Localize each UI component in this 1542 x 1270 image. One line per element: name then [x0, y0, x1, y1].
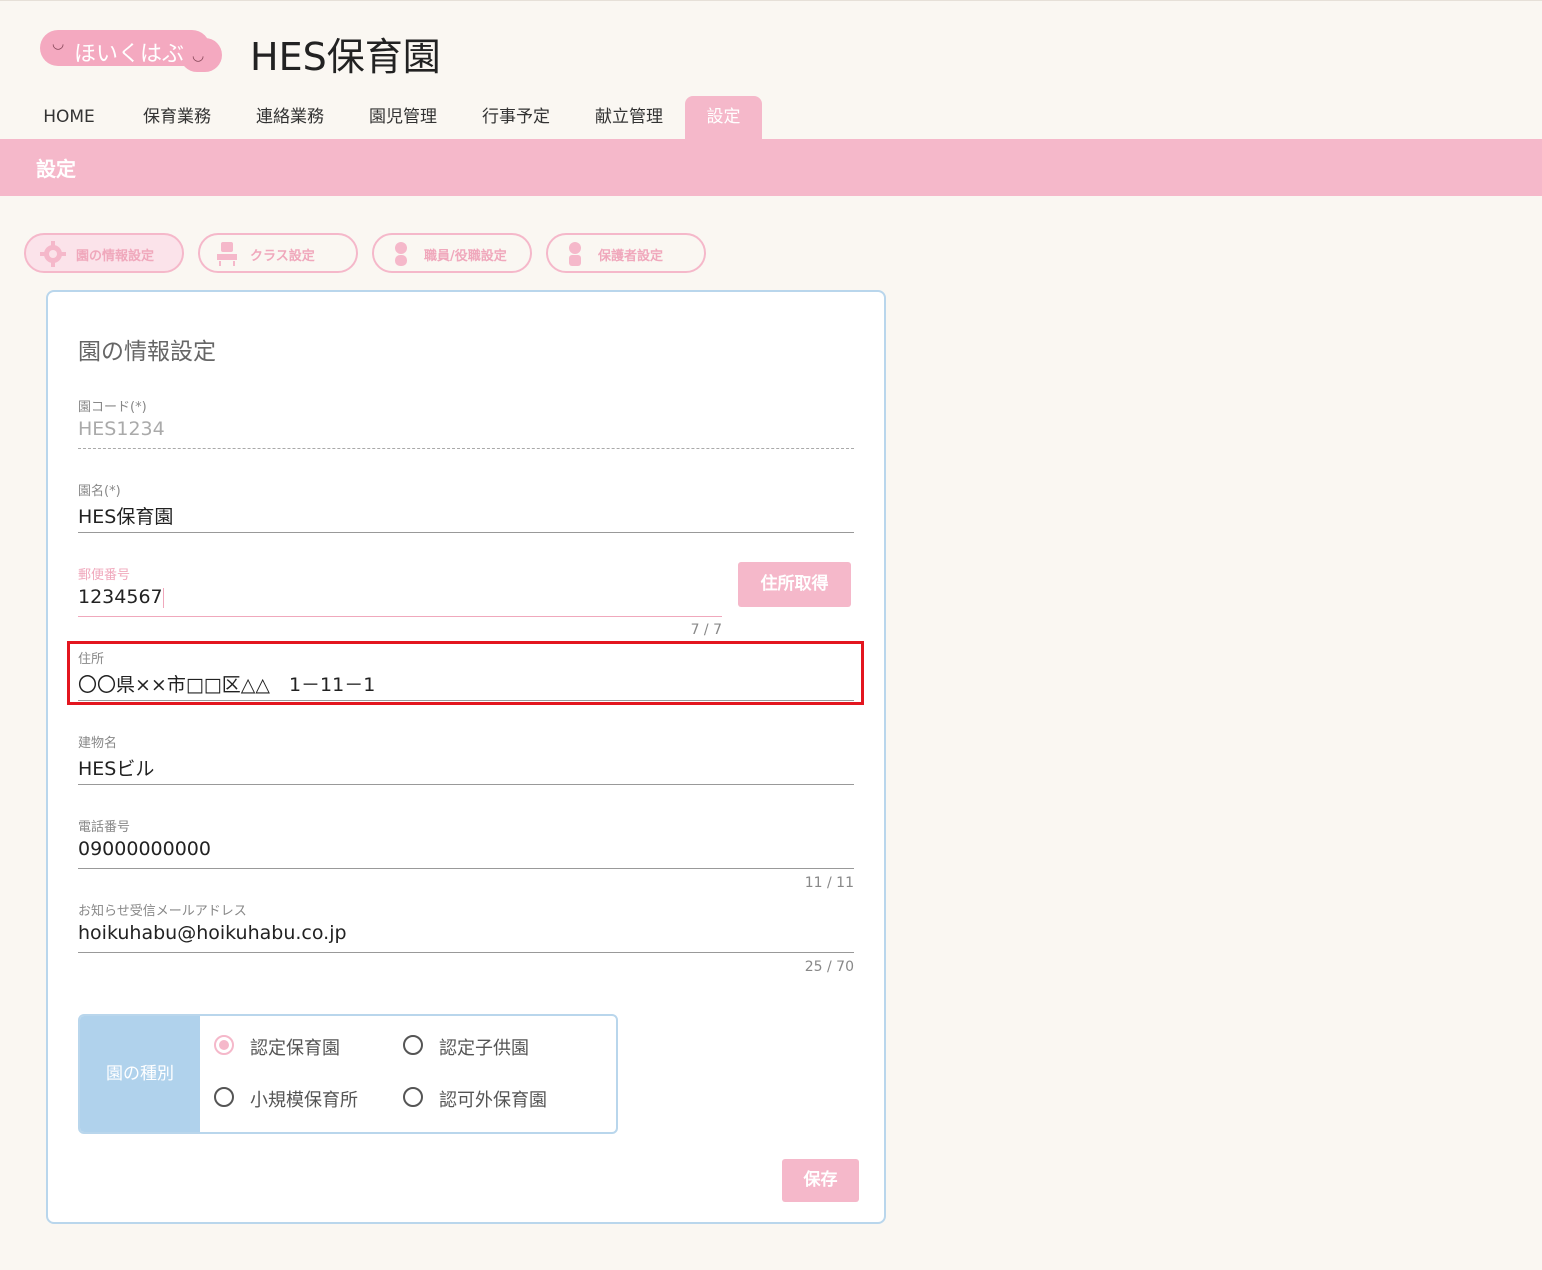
- nav-item-home[interactable]: HOME: [26, 96, 112, 139]
- top-border: [0, 0, 1542, 1]
- subtab-label: 保護者設定: [598, 249, 664, 264]
- postal-code-field[interactable]: 郵便番号 1234567: [78, 564, 722, 617]
- radio-certified-nursery[interactable]: 認定保育園: [214, 1034, 384, 1060]
- field-label: 郵便番号: [78, 568, 131, 583]
- subtab-class[interactable]: クラス設定: [198, 233, 358, 273]
- classroom-icon: [217, 242, 237, 266]
- subtab-staff[interactable]: 職員/役職設定: [372, 233, 532, 273]
- subtab-facility-info[interactable]: 園の情報設定: [24, 233, 184, 273]
- nav-item-contact[interactable]: 連絡業務: [243, 96, 337, 139]
- email-field[interactable]: お知らせ受信メールアドレス hoikuhabu@hoikuhabu.co.jp: [78, 900, 854, 953]
- field-label: 園名(*): [78, 484, 121, 499]
- radio-label: 認定保育園: [250, 1038, 340, 1059]
- subtab-label: 職員/役職設定: [424, 249, 507, 264]
- address-highlight-box: [67, 641, 864, 705]
- subtab-label: クラス設定: [250, 249, 315, 264]
- nav-item-menu[interactable]: 献立管理: [582, 96, 676, 139]
- smile-icon: ◡: [52, 36, 65, 52]
- phone-field[interactable]: 電話番号 09000000000: [78, 816, 854, 869]
- staff-icon: [395, 242, 407, 266]
- radio-circle: [214, 1035, 234, 1055]
- get-address-button[interactable]: 住所取得: [738, 562, 851, 607]
- radio-certified-children-center[interactable]: 認定子供園: [403, 1034, 573, 1060]
- field-underline: [78, 868, 854, 869]
- facility-name-field[interactable]: 園名(*) HES保育園: [78, 480, 854, 533]
- section-title: 設定: [36, 157, 76, 181]
- nav-item-childcare[interactable]: 保育業務: [130, 96, 224, 139]
- postal-code-input[interactable]: 1234567: [78, 586, 722, 612]
- building-name-field[interactable]: 建物名 HESビル: [78, 732, 854, 785]
- radio-small-nursery[interactable]: 小規模保育所: [214, 1086, 384, 1112]
- section-header: 設定: [0, 139, 1542, 196]
- facility-info-card: 園の情報設定 園コード(*) HES1234 園名(*) HES保育園 郵便番号…: [46, 290, 886, 1224]
- logo-text: ほいくはぶ: [74, 42, 185, 67]
- building-name-input[interactable]: HESビル: [78, 754, 854, 780]
- smile-icon: ◡: [192, 48, 205, 64]
- subtab-label: 園の情報設定: [76, 249, 155, 264]
- postal-code-text: 1234567: [78, 586, 163, 608]
- gear-icon: [40, 241, 66, 267]
- radio-circle: [214, 1087, 234, 1107]
- field-label: お知らせ受信メールアドレス: [78, 904, 247, 919]
- facility-type-group: 園の種別 認定保育園 認定子供園 小規模保育所 認可外保育園: [78, 1014, 618, 1134]
- nav-item-children[interactable]: 園児管理: [356, 96, 450, 139]
- card-title: 園の情報設定: [78, 339, 216, 365]
- nav-item-settings[interactable]: 設定: [685, 96, 762, 139]
- email-counter: 25 / 70: [804, 959, 854, 975]
- subtab-guardian[interactable]: 保護者設定: [546, 233, 706, 273]
- postal-code-counter: 7 / 7: [690, 622, 722, 638]
- guardian-icon: [569, 242, 581, 266]
- phone-counter: 11 / 11: [804, 875, 854, 891]
- field-label: 建物名: [78, 736, 118, 751]
- field-underline: [78, 448, 854, 450]
- app-logo[interactable]: ◡ ほいくはぶ ◡: [40, 26, 222, 72]
- field-underline: [78, 952, 854, 953]
- radio-label: 小規模保育所: [250, 1090, 358, 1111]
- facility-name-input[interactable]: HES保育園: [78, 502, 854, 528]
- radio-circle: [403, 1087, 423, 1107]
- radio-label: 認定子供園: [439, 1038, 529, 1059]
- site-title: HES保育園: [250, 35, 441, 79]
- field-underline: [78, 616, 722, 617]
- email-input[interactable]: hoikuhabu@hoikuhabu.co.jp: [78, 922, 854, 948]
- facility-code-field: 園コード(*) HES1234: [78, 396, 854, 450]
- field-label: 園コード(*): [78, 400, 147, 415]
- field-label: 電話番号: [78, 820, 131, 835]
- field-underline: [78, 784, 854, 785]
- radio-unlicensed-nursery[interactable]: 認可外保育園: [403, 1086, 573, 1112]
- facility-type-label: 園の種別: [80, 1016, 200, 1132]
- nav-item-events[interactable]: 行事予定: [469, 96, 563, 139]
- radio-label: 認可外保育園: [439, 1090, 547, 1111]
- text-caret: [162, 587, 164, 608]
- phone-input[interactable]: 09000000000: [78, 838, 854, 864]
- facility-code-value: HES1234: [78, 418, 165, 440]
- field-underline: [78, 532, 854, 533]
- radio-circle: [403, 1035, 423, 1055]
- save-button[interactable]: 保存: [782, 1159, 859, 1202]
